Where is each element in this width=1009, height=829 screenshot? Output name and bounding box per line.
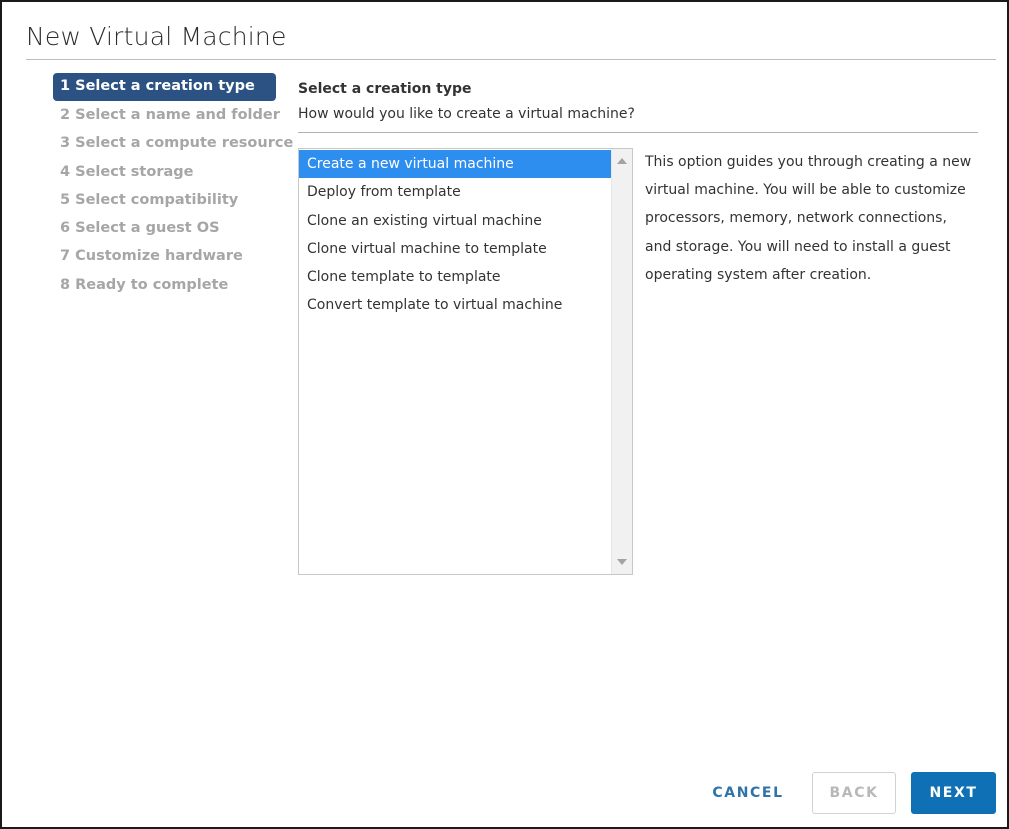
option-convert-template-to-vm[interactable]: Convert template to virtual machine [299,291,612,319]
creation-type-listbox[interactable]: Create a new virtual machine Deploy from… [298,148,633,575]
dialog-title: New Virtual Machine [26,22,287,51]
step-ready-to-complete: 8 Ready to complete [60,276,229,293]
option-create-new-vm[interactable]: Create a new virtual machine [299,150,612,179]
scroll-down-arrow-icon[interactable] [617,559,627,565]
option-clone-existing-vm[interactable]: Clone an existing virtual machine [299,207,612,235]
section-heading: Select a creation type [298,81,472,97]
step-select-creation-type[interactable]: 1 Select a creation type [53,73,276,101]
option-deploy-from-template[interactable]: Deploy from template [299,178,612,206]
section-question: How would you like to create a virtual m… [298,106,635,122]
option-clone-template-to-template[interactable]: Clone template to template [299,263,612,291]
option-description: This option guides you through creating … [645,154,972,283]
step-select-name-folder: 2 Select a name and folder [60,107,280,123]
step-select-compatibility: 5 Select compatibility [60,191,239,208]
option-clone-vm-to-template[interactable]: Clone virtual machine to template [299,235,612,263]
cancel-button[interactable]: CANCEL [706,772,790,814]
creation-type-options: Create a new virtual machine Deploy from… [299,150,612,320]
step-select-storage: 4 Select storage [60,163,194,180]
step-customize-hardware: 7 Customize hardware [60,248,243,265]
step-select-guest-os: 6 Select a guest OS [60,220,220,237]
listbox-scrollbar[interactable] [611,149,632,574]
wizard-steps-nav: 1 Select a creation type 2 Select a name… [53,73,294,299]
next-button[interactable]: NEXT [911,772,996,814]
new-vm-dialog: New Virtual Machine 1 Select a creation … [0,0,1009,829]
back-button: BACK [812,772,896,814]
title-divider [26,59,996,60]
section-divider [298,132,978,133]
step-select-compute-resource: 3 Select a compute resource [60,135,294,152]
scroll-up-arrow-icon[interactable] [617,158,627,164]
